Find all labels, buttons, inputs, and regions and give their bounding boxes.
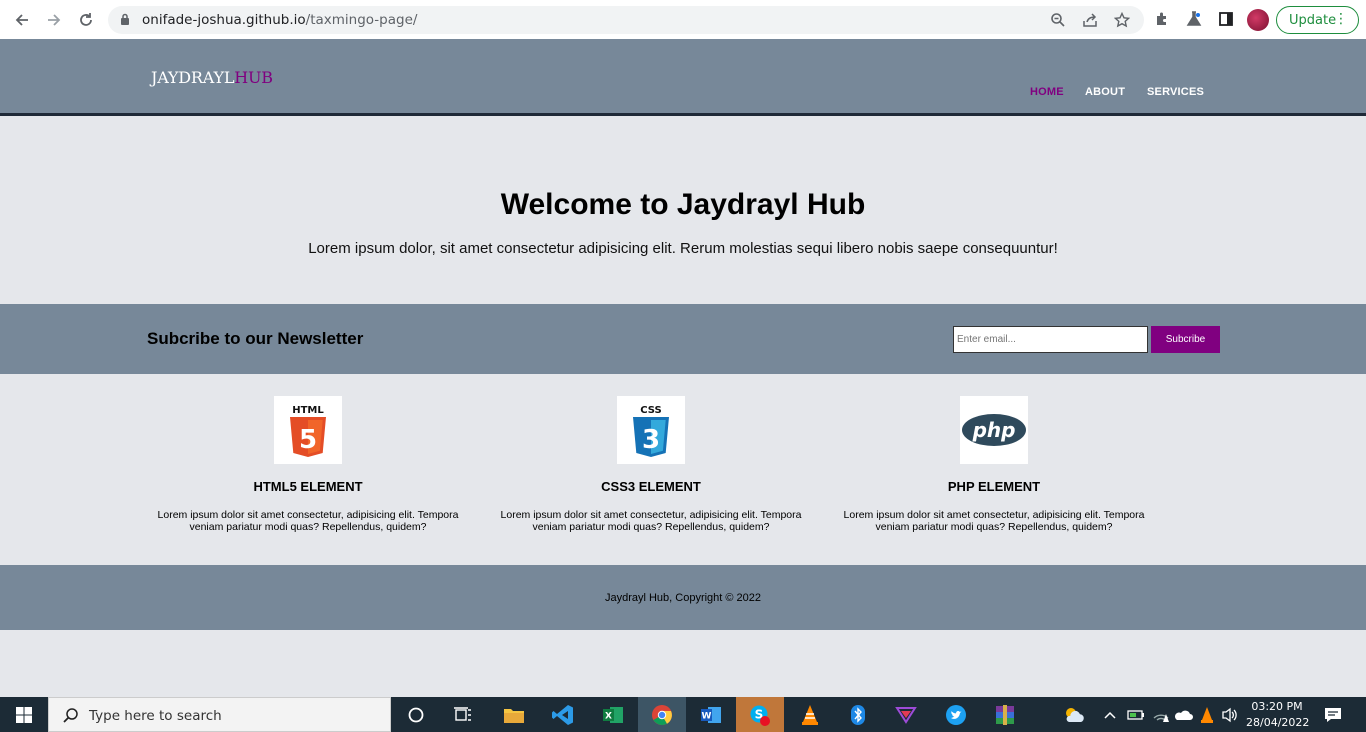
- search-icon: [62, 707, 80, 730]
- task-view-icon[interactable]: [452, 704, 474, 726]
- lock-icon: [120, 13, 130, 31]
- feature-text: Lorem ipsum dolor sit amet consectetur, …: [157, 509, 459, 533]
- feature-text: Lorem ipsum dolor sit amet consectetur, …: [843, 509, 1145, 533]
- chevron-up-icon[interactable]: [1099, 704, 1121, 726]
- bookmark-star-icon[interactable]: [1113, 11, 1131, 28]
- side-panel-icon[interactable]: [1218, 11, 1234, 32]
- hero-title: Welcome to Jaydrayl Hub: [500, 188, 866, 221]
- svg-text:3: 3: [642, 425, 660, 455]
- word-icon[interactable]: W: [700, 704, 722, 726]
- header-divider: [0, 113, 1366, 116]
- share-icon[interactable]: [1082, 12, 1098, 28]
- search-placeholder: Type here to search: [89, 708, 222, 724]
- newsletter-heading: Subcribe to our Newsletter: [147, 329, 364, 348]
- menu-dots-icon[interactable]: ⋮: [1334, 12, 1348, 26]
- newsletter-section: Subcribe to our Newsletter Subcribe: [0, 304, 1366, 374]
- nav-home[interactable]: HOME: [1030, 86, 1064, 98]
- html5-icon: HTML 5: [274, 396, 342, 464]
- weather-icon[interactable]: [1063, 704, 1085, 726]
- update-button[interactable]: Update ⋮: [1276, 6, 1359, 34]
- forward-icon[interactable]: [43, 9, 65, 31]
- logo-accent-text: HUB: [234, 68, 273, 87]
- hero-text: Lorem ipsum dolor, sit amet consectetur …: [308, 240, 1058, 257]
- app-shield-icon[interactable]: [895, 704, 917, 726]
- url-text: onifade-joshua.github.io/taxmingo-page/: [142, 12, 418, 28]
- email-field[interactable]: [953, 326, 1148, 353]
- labs-flask-icon[interactable]: [1186, 11, 1202, 32]
- skype-icon[interactable]: S: [749, 704, 771, 726]
- feature-card-php: php PHP ELEMENT Lorem ipsum dolor sit am…: [829, 396, 1159, 533]
- svg-text:HTML: HTML: [292, 405, 324, 416]
- feature-card-css3: CSS 3 CSS3 ELEMENT Lorem ipsum dolor sit…: [486, 396, 816, 533]
- feature-card-html5: HTML 5 HTML5 ELEMENT Lorem ipsum dolor s…: [143, 396, 473, 533]
- php-icon: php: [960, 396, 1028, 464]
- battery-icon[interactable]: [1125, 704, 1147, 726]
- excel-icon[interactable]: X: [602, 704, 624, 726]
- cortana-icon[interactable]: [405, 704, 427, 726]
- volume-icon[interactable]: [1219, 704, 1241, 726]
- css3-icon: CSS 3: [617, 396, 685, 464]
- vlc-icon[interactable]: [799, 704, 821, 726]
- file-explorer-icon[interactable]: [503, 704, 525, 726]
- winrar-icon[interactable]: [994, 704, 1016, 726]
- reload-icon[interactable]: [75, 9, 97, 31]
- svg-text:CSS: CSS: [640, 405, 661, 416]
- site-header: JAYDRAYLHUB HOME ABOUT SERVICES: [0, 39, 1366, 113]
- notification-center-icon[interactable]: [1322, 704, 1344, 726]
- back-icon[interactable]: [11, 9, 33, 31]
- update-label: Update: [1289, 12, 1337, 28]
- clock-time[interactable]: 03:20 PM: [1246, 700, 1308, 713]
- nav-about[interactable]: ABOUT: [1085, 86, 1125, 98]
- twitter-icon[interactable]: [945, 704, 967, 726]
- profile-avatar[interactable]: [1247, 9, 1269, 31]
- vlc-tray-icon[interactable]: [1196, 704, 1218, 726]
- windows-taskbar: Type here to search X W S 03:20 PM 28/04…: [0, 697, 1366, 732]
- copyright-text: Jaydrayl Hub, Copyright © 2022: [604, 592, 762, 604]
- wifi-icon[interactable]: [1150, 704, 1172, 726]
- vscode-icon[interactable]: [552, 704, 574, 726]
- nav-services[interactable]: SERVICES: [1147, 86, 1204, 98]
- windows-start-icon[interactable]: [16, 707, 32, 723]
- feature-title: CSS3 ELEMENT: [601, 479, 701, 494]
- svg-text:X: X: [605, 712, 612, 722]
- site-logo[interactable]: JAYDRAYLHUB: [151, 68, 273, 87]
- onedrive-cloud-icon[interactable]: [1172, 704, 1194, 726]
- clock-date[interactable]: 28/04/2022: [1246, 716, 1309, 729]
- extensions-puzzle-icon[interactable]: [1154, 11, 1170, 32]
- bluetooth-icon[interactable]: [847, 704, 869, 726]
- site-footer: Jaydrayl Hub, Copyright © 2022: [0, 565, 1366, 630]
- taskbar-search-box[interactable]: Type here to search: [48, 697, 391, 732]
- subscribe-button[interactable]: Subcribe: [1151, 326, 1220, 353]
- chrome-icon[interactable]: [651, 704, 673, 726]
- address-bar[interactable]: onifade-joshua.github.io/taxmingo-page/: [108, 6, 1144, 34]
- feature-text: Lorem ipsum dolor sit amet consectetur, …: [500, 509, 802, 533]
- feature-title: PHP ELEMENT: [947, 479, 1041, 494]
- svg-text:W: W: [702, 712, 712, 722]
- feature-title: HTML5 ELEMENT: [253, 479, 363, 494]
- svg-text:5: 5: [299, 425, 317, 455]
- browser-toolbar: onifade-joshua.github.io/taxmingo-page/ …: [0, 0, 1366, 39]
- logo-main-text: JAYDRAYL: [151, 68, 235, 87]
- zoom-icon[interactable]: [1050, 12, 1066, 28]
- svg-text:php: php: [972, 418, 1016, 442]
